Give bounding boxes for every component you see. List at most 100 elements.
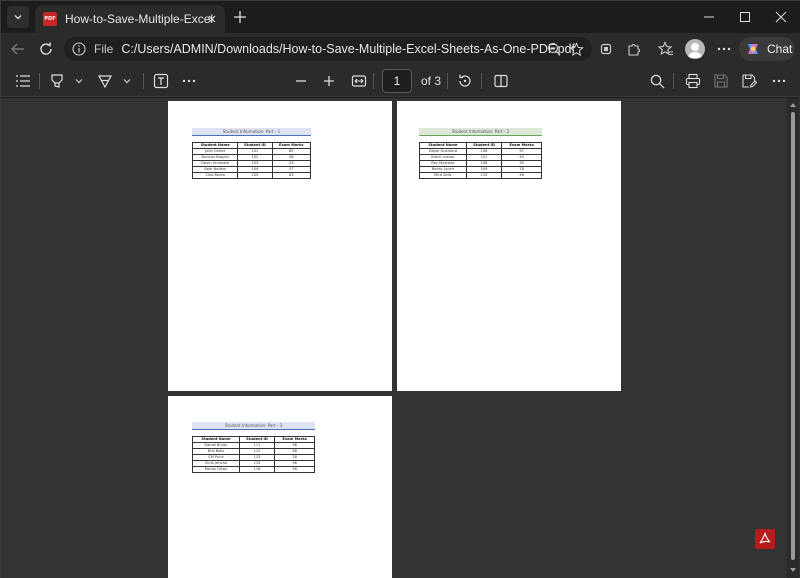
search-button[interactable] [649,73,665,89]
minimize-button[interactable] [701,9,717,25]
tab-strip: PDF How-to-Save-Multiple-Excel-Sheets-As… [1,1,800,33]
table-row: Bris Balls 112 68 [192,448,315,455]
toolbar-divider [39,73,40,89]
close-window-button[interactable] [773,9,789,25]
fit-width-icon [351,75,367,87]
address-scheme-label: File [94,42,114,56]
save-as-icon [742,74,757,88]
highlight-options-button[interactable] [71,73,87,89]
zoom-out-icon [547,42,561,56]
vertical-scrollbar[interactable] [787,98,799,578]
more-horizontal-icon [182,79,196,83]
sheet-title: Student Information: Part - 3 [192,422,315,429]
sheet-title: Student Information: Part - 1 [192,128,311,135]
page-view-button[interactable] [493,73,509,89]
favorite-button[interactable] [568,41,584,57]
browser-window: PDF How-to-Save-Multiple-Excel-Sheets-As… [0,0,800,578]
student-table: Student Name Student ID Exam Marks Danie… [192,436,315,473]
zoom-button[interactable] [546,41,562,57]
tab-pdf[interactable]: PDF How-to-Save-Multiple-Excel-Sheets-As… [35,5,225,33]
browser-essentials-button[interactable] [597,40,615,58]
table-header-row: Student Name Student ID Exam Marks [191,142,312,149]
more-tools-button[interactable] [181,73,197,89]
settings-more-button[interactable] [715,40,733,58]
back-button[interactable] [9,40,27,58]
pdf-page-1: Student Information: Part - 1 Student Na… [168,101,392,391]
contents-button[interactable] [15,73,31,89]
tab-close-button[interactable] [205,12,219,26]
draw-options-button[interactable] [119,73,135,89]
table-row: Jello Carrot 101 89 [191,148,312,155]
table-row: Rey Mysterio 108 35 [419,160,542,167]
pdf-page-3: Student Information: Part - 3 Student Na… [168,396,392,578]
settings-more-pdf-button[interactable] [771,73,787,89]
title-underline [419,135,542,136]
draw-button[interactable] [97,73,113,89]
zoom-in-button[interactable] [321,73,337,89]
add-text-button[interactable] [153,73,169,89]
tab-title: How-to-Save-Multiple-Excel-Sheets-As-One… [65,12,213,26]
zoom-out-button[interactable] [293,73,309,89]
person-icon [688,43,702,58]
pen-icon [97,75,113,89]
page-number-input[interactable]: 1 [382,69,412,93]
shield-icon [600,43,612,55]
copilot-chat-button[interactable]: Chat [739,37,795,61]
maximize-button[interactable] [737,9,753,25]
chat-label: Chat [767,42,793,56]
scroll-down-icon [790,568,796,572]
table-cell: 116 [238,466,276,473]
search-icon [650,74,664,88]
tab-actions-button[interactable] [7,6,29,28]
plus-icon [324,76,334,86]
save-button[interactable] [713,73,729,89]
address-url: C:/Users/ADMIN/Downloads/How-to-Save-Mul… [121,42,575,56]
more-horizontal-icon [717,47,731,51]
table-cell: Miro Sells [419,172,467,179]
puzzle-icon [628,44,640,56]
rotate-button[interactable] [457,73,473,89]
print-button[interactable] [685,73,701,89]
save-icon [714,74,728,88]
adobe-acrobat-button[interactable] [755,529,775,549]
student-table: Student Name Student ID Exam Marks Jello… [191,142,312,179]
star-icon [568,41,584,56]
pdf-viewer[interactable]: Student Information: Part - 1 Student Na… [1,98,800,578]
two-page-icon [494,74,508,88]
fit-to-width-button[interactable] [351,73,367,89]
favorites-button[interactable] [657,40,675,58]
table-row: Randy Orton 116 56 [192,466,315,473]
table-cell: 110 [465,172,503,179]
navigation-bar: File C:/Users/ADMIN/Downloads/How-to-Sav… [1,33,800,65]
scrollbar-thumb[interactable] [791,112,795,560]
table-cell: Randy Orton [192,466,240,473]
arrow-left-icon [11,43,24,55]
table-cell: Cleo Binda [191,172,239,179]
copilot-icon [748,44,758,54]
table-header-row: Student Name Student ID Exam Marks [419,142,542,149]
table-row: Brock Lesnar 107 45 [419,154,542,161]
toolbar-divider [447,73,448,89]
toolbar-divider [143,73,144,89]
table-row: Daniel Bryan 111 38 [192,442,315,449]
favorites-star-icon [658,41,673,56]
chevron-down-icon [123,79,131,84]
title-underline [192,135,311,136]
pdf-toolbar: 1 of 3 [1,65,800,97]
table-row: Duncan Brogini 102 56 [191,154,312,161]
student-table: Student Name Student ID Exam Marks Edgar… [419,142,542,179]
table-cell: 56 [274,466,315,473]
extensions-button[interactable] [625,40,643,58]
title-underline [192,429,315,430]
text-box-icon [153,73,169,89]
highlight-button[interactable] [49,73,65,89]
new-tab-button[interactable] [231,8,249,26]
address-bar[interactable]: File C:/Users/ADMIN/Downloads/How-to-Sav… [64,37,592,61]
table-row: Edgar Gueirand 106 67 [419,148,542,155]
table-header-row: Student Name Student ID Exam Marks [192,436,315,443]
save-as-button[interactable] [741,73,757,89]
refresh-button[interactable] [37,40,55,58]
profile-avatar[interactable] [685,39,705,59]
highlighter-icon [51,74,63,88]
table-row: Seth Nollers 104 57 [191,166,312,173]
